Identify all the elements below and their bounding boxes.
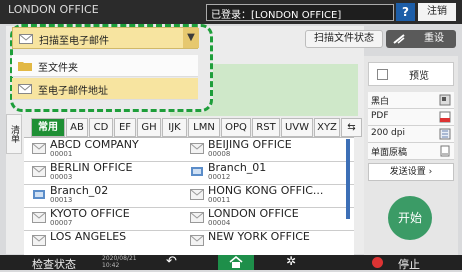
tab-ab[interactable]: AB [66, 118, 88, 137]
entry-name: NEW YORK OFFICE [208, 230, 310, 243]
setting-label: 单面原稿 [371, 148, 408, 158]
email-icon [190, 235, 204, 246]
setting-file-type[interactable]: PDF [368, 109, 454, 126]
list-item[interactable]: Branch_02 00013 [30, 184, 186, 207]
entry-number: 00001 [50, 150, 73, 158]
original-icon [440, 145, 450, 157]
tab-ef[interactable]: EF [114, 118, 136, 137]
tab-gh[interactable]: GH [137, 118, 161, 137]
email-icon [190, 143, 204, 154]
stop-icon [372, 257, 383, 268]
date-text: 2020/08/21 [102, 255, 137, 262]
logout-button[interactable]: 注销 [418, 3, 456, 21]
reset-label: 重设 [424, 33, 444, 44]
tab-opq[interactable]: OPQ [221, 118, 251, 137]
list-item[interactable]: LOS ANGELES [30, 230, 186, 253]
top-bar: LONDON OFFICE 已登录：[LONDON OFFICE] ? 注销 [0, 0, 462, 24]
sort-toggle-icon[interactable]: ⇆ [341, 118, 362, 137]
setting-label: 黑白 [371, 97, 390, 107]
entry-number: 00003 [50, 173, 73, 181]
send-settings-label: 发送设置 [389, 167, 426, 177]
folder-icon [18, 62, 32, 71]
pdf-icon [439, 111, 451, 123]
list-item[interactable]: NEW YORK OFFICE [188, 230, 344, 253]
list-item[interactable]: KYOTO OFFICE 00007 [30, 207, 186, 230]
time-text: 10:42 [102, 262, 120, 269]
list-item[interactable]: BEIJING OFFICE 00008 [188, 138, 344, 161]
login-status: 已登录：[LONDON OFFICE] [206, 4, 394, 21]
setting-label: 200 dpi [371, 128, 405, 138]
entry-number: 00013 [50, 196, 73, 204]
setting-resolution[interactable]: 200 dpi [368, 126, 454, 143]
entry-number: 00011 [208, 196, 231, 204]
email-icon [19, 34, 33, 44]
tab-rst[interactable]: RST [252, 118, 280, 137]
chevron-right-icon: › [428, 167, 433, 177]
email-icon [32, 143, 46, 154]
top-title: LONDON OFFICE [8, 3, 99, 16]
setting-original-type[interactable]: 单面原稿 [368, 143, 454, 160]
list-item[interactable]: ABCD COMPANY 00001 [30, 138, 186, 161]
entry-number: 00012 [208, 173, 231, 181]
dropdown-selected[interactable]: 扫描至电子邮件 [12, 27, 198, 49]
tab-ijk[interactable]: IJK [162, 118, 187, 137]
dropdown-item-label: 至电子邮件地址 [38, 86, 108, 97]
address-list: ABCD COMPANY 00001 BEIJING OFFICE 00008 … [24, 137, 354, 255]
preview-checkbox[interactable] [377, 69, 388, 80]
dropdown-item-folder[interactable]: 至文件夹 [12, 55, 198, 77]
reset-button[interactable]: 重设 [386, 30, 456, 48]
dropdown-item-email[interactable]: 至电子邮件地址 [12, 78, 198, 100]
email-icon [32, 166, 46, 177]
home-button[interactable] [218, 255, 254, 270]
list-scrollbar[interactable] [346, 139, 350, 219]
entry-number: 00008 [208, 150, 231, 158]
resolution-icon [439, 128, 451, 140]
preview-label: 预览 [409, 71, 429, 82]
setting-color-mode[interactable]: 黑白 [368, 92, 454, 109]
dropdown-item-label: 至文件夹 [38, 63, 78, 74]
email-icon [190, 189, 204, 200]
email-icon [190, 212, 204, 223]
list-tab[interactable]: 清单 [6, 114, 22, 154]
datetime: 2020/08/21 10:42 [102, 255, 137, 269]
send-settings-button[interactable]: 发送设置 › [368, 163, 454, 181]
network-icon [191, 167, 203, 176]
list-item[interactable]: Branch_01 00012 [188, 161, 344, 184]
tab-uvw[interactable]: UVW [281, 118, 313, 137]
start-button[interactable]: 开始 [388, 196, 432, 240]
network-icon [33, 190, 45, 199]
gear-icon[interactable]: ✲ [286, 254, 296, 268]
help-button[interactable]: ? [396, 3, 415, 21]
setting-label: PDF [371, 111, 389, 121]
color-mode-icon [439, 94, 451, 106]
home-icon [229, 256, 243, 268]
list-item[interactable]: LONDON OFFICE 00004 [188, 207, 344, 230]
list-item[interactable]: HONG KONG OFFIC... 00011 [188, 184, 344, 207]
email-icon [32, 235, 46, 246]
email-icon [18, 84, 32, 94]
scan-status-button[interactable]: 扫描文件状态 [305, 30, 383, 48]
bottom-bar: 检查状态 2020/08/21 10:42 ↶ ✲ 停止 [0, 254, 462, 271]
list-item[interactable]: BERLIN OFFICE 00003 [30, 161, 186, 184]
tab-cd[interactable]: CD [89, 118, 113, 137]
entry-name: LOS ANGELES [50, 230, 127, 243]
chevron-down-icon[interactable]: ▼ [183, 28, 199, 48]
tab-common[interactable]: 常用 [31, 118, 65, 137]
entry-number: 00007 [50, 219, 73, 227]
reset-icon [393, 34, 405, 44]
dropdown-selected-label: 扫描至电子邮件 [39, 36, 109, 47]
email-icon [32, 212, 46, 223]
back-icon[interactable]: ↶ [166, 254, 184, 269]
entry-number: 00004 [208, 219, 231, 227]
preview-toggle[interactable]: 预览 [368, 62, 454, 86]
tab-lmn[interactable]: LMN [188, 118, 220, 137]
tab-xyz[interactable]: XYZ [314, 118, 340, 137]
